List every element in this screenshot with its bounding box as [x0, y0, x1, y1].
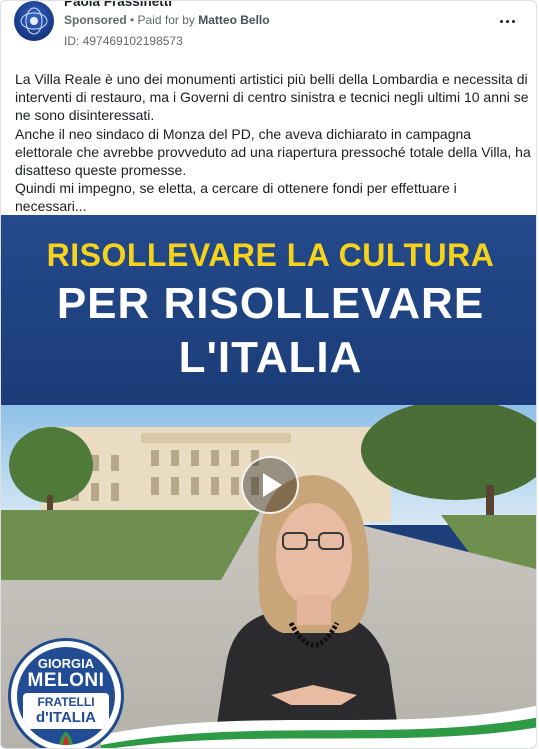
page-name[interactable]: Paola Frassinetti	[64, 1, 172, 9]
meta-separator: •	[126, 13, 138, 27]
post-paragraph: Anche il neo sindaco di Monza del PD, ch…	[15, 125, 531, 179]
post-paragraph[interactable]: Quindi mi impegno, se eletta, a cercare …	[15, 179, 531, 215]
play-button[interactable]	[241, 456, 299, 514]
headline-yellow: RISOLLEVARE LA CULTURA	[46, 237, 495, 273]
speaker-face	[276, 503, 352, 607]
sponsored-meta: Sponsored • Paid for by Matteo Bello	[64, 13, 270, 27]
headline-white-1: PER RISOLLEVARE	[56, 279, 485, 328]
headline-white-2: L'ITALIA	[178, 333, 363, 382]
post-header: Paola Frassinetti Sponsored • Paid for b…	[1, 1, 536, 61]
paid-for-label: Paid for by	[137, 13, 199, 27]
party-logo-inner: GIORGIA MELONI FRATELLI d'ITALIA	[17, 647, 115, 745]
page-avatar[interactable]	[14, 1, 54, 41]
sponsor-name[interactable]: Matteo Bello	[198, 13, 269, 27]
play-icon	[263, 473, 282, 497]
sponsored-label[interactable]: Sponsored	[64, 13, 127, 27]
lawn-left	[1, 510, 261, 580]
tree-left	[9, 427, 93, 503]
party-logo: GIORGIA MELONI FRATELLI d'ITALIA	[11, 641, 121, 748]
ad-id: ID: 497469102198573	[64, 34, 183, 48]
post-paragraph: La Villa Reale è uno dei monumenti artis…	[15, 71, 529, 124]
flame-icon	[59, 731, 73, 745]
post-text: La Villa Reale è uno dei monumenti artis…	[15, 70, 531, 216]
ad-post-card: Paola Frassinetti Sponsored • Paid for b…	[0, 0, 537, 749]
more-dot	[512, 20, 515, 23]
video-headline-banner: RISOLLEVARE LA CULTURA PER RISOLLEVARE L…	[1, 215, 536, 405]
more-dot	[506, 20, 509, 23]
avatar-emblem-icon	[20, 7, 48, 35]
more-options-button[interactable]	[498, 12, 518, 32]
more-horizontal-icon	[500, 20, 503, 23]
